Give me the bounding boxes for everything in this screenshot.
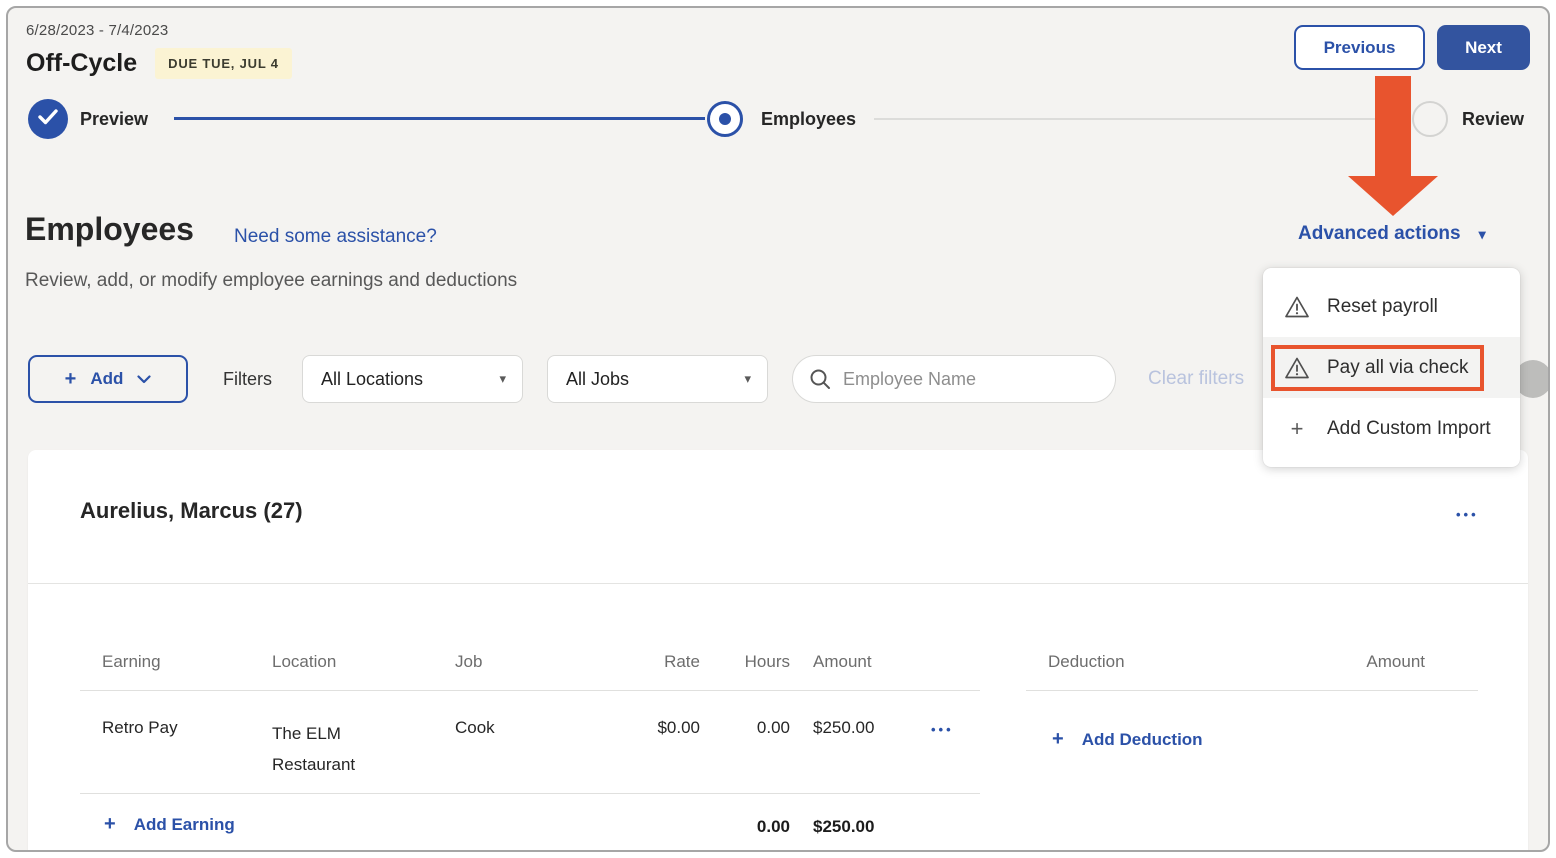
earning-row-actions-button[interactable]: ••• — [931, 722, 954, 737]
add-deduction-label: Add Deduction — [1082, 730, 1203, 750]
caret-down-icon: ▾ — [744, 371, 751, 387]
earnings-column-job: Job — [455, 652, 482, 672]
earning-row-name: Retro Pay — [102, 718, 178, 738]
job-filter-value: All Jobs — [566, 369, 629, 390]
earnings-total-hours: 0.00 — [715, 817, 790, 837]
divider — [1026, 690, 1478, 691]
step-review-label: Review — [1462, 109, 1524, 130]
add-earning-button[interactable]: + Add Earning — [104, 813, 235, 836]
payroll-title-row: Off-Cycle DUE TUE, JUL 4 — [26, 48, 292, 79]
employee-search-input[interactable] — [843, 369, 1099, 390]
employee-actions-menu-button[interactable]: ••• — [1456, 507, 1479, 522]
add-deduction-button[interactable]: + Add Deduction — [1052, 728, 1203, 751]
earnings-total-amount: $250.00 — [813, 817, 874, 837]
menu-item-pay-all-via-check[interactable]: Pay all via check — [1263, 337, 1520, 398]
add-earning-label: Add Earning — [134, 815, 235, 835]
step-connector-complete — [174, 117, 705, 120]
menu-item-reset-payroll[interactable]: Reset payroll — [1263, 276, 1520, 337]
menu-item-label: Reset payroll — [1327, 296, 1438, 318]
previous-button[interactable]: Previous — [1294, 25, 1425, 70]
earnings-column-hours: Hours — [715, 652, 790, 672]
advanced-actions-menu: Reset payroll Pay all via check + Add Cu… — [1263, 268, 1520, 467]
filters-label: Filters — [223, 355, 272, 403]
page-subtitle: Review, add, or modify employee earnings… — [25, 270, 517, 292]
step-employees-indicator[interactable] — [707, 101, 743, 137]
page-title: Employees — [25, 211, 194, 248]
step-preview-label: Preview — [80, 109, 148, 130]
advanced-actions-button[interactable]: Advanced actions ▾ — [1298, 223, 1486, 245]
location-filter-value: All Locations — [321, 369, 423, 390]
earning-row-rate: $0.00 — [605, 718, 700, 738]
earning-row-job: Cook — [455, 718, 495, 738]
add-button-label: Add — [90, 369, 123, 389]
annotation-arrow-shaft — [1375, 76, 1411, 178]
plus-icon: + — [1052, 728, 1064, 751]
divider — [28, 583, 1528, 584]
location-filter-select[interactable]: All Locations ▾ — [302, 355, 523, 403]
earnings-column-amount: Amount — [813, 652, 872, 672]
plus-icon: + — [65, 368, 77, 391]
divider — [80, 793, 980, 794]
payroll-type-title: Off-Cycle — [26, 49, 137, 78]
add-button[interactable]: + Add — [28, 355, 188, 403]
employee-search-box[interactable] — [792, 355, 1116, 403]
step-preview-indicator[interactable] — [28, 99, 68, 139]
earnings-column-earning: Earning — [102, 652, 161, 672]
current-step-dot-icon — [719, 113, 731, 125]
earning-row-location: The ELM Restaurant — [272, 718, 402, 780]
advanced-actions-label: Advanced actions — [1298, 223, 1461, 245]
earning-row-amount: $250.00 — [813, 718, 874, 738]
warning-triangle-icon — [1284, 356, 1310, 380]
plus-icon: + — [1284, 416, 1310, 442]
step-employees-label: Employees — [761, 109, 856, 130]
earnings-column-location: Location — [272, 652, 336, 672]
plus-icon: + — [104, 813, 116, 836]
deductions-column-amount: Amount — [1325, 652, 1425, 672]
clear-filters-button[interactable]: Clear filters — [1148, 355, 1244, 403]
warning-triangle-icon — [1284, 295, 1310, 319]
step-connector-upcoming — [874, 118, 1408, 120]
employee-name: Aurelius, Marcus (27) — [80, 498, 303, 524]
search-icon — [809, 368, 831, 390]
check-icon — [38, 109, 58, 130]
menu-item-label: Add Custom Import — [1327, 418, 1491, 440]
next-button[interactable]: Next — [1437, 25, 1530, 70]
employee-card: Aurelius, Marcus (27) ••• Earning Locati… — [28, 450, 1528, 852]
assistance-link[interactable]: Need some assistance? — [234, 226, 437, 248]
caret-down-icon: ▾ — [1479, 226, 1486, 243]
menu-item-label: Pay all via check — [1327, 357, 1469, 379]
pay-period-date-range: 6/28/2023 - 7/4/2023 — [26, 22, 168, 39]
caret-down-icon: ▾ — [499, 371, 506, 387]
due-date-badge: DUE TUE, JUL 4 — [155, 48, 292, 79]
step-review-indicator[interactable] — [1412, 101, 1448, 137]
earnings-column-rate: Rate — [605, 652, 700, 672]
menu-item-add-custom-import[interactable]: + Add Custom Import — [1263, 398, 1520, 459]
app-window: 6/28/2023 - 7/4/2023 Off-Cycle DUE TUE, … — [6, 6, 1550, 852]
chevron-down-icon — [137, 375, 151, 384]
earning-row-hours: 0.00 — [715, 718, 790, 738]
job-filter-select[interactable]: All Jobs ▾ — [547, 355, 768, 403]
deductions-column-deduction: Deduction — [1048, 652, 1125, 672]
annotation-arrow-head — [1348, 176, 1438, 216]
divider — [80, 690, 980, 691]
